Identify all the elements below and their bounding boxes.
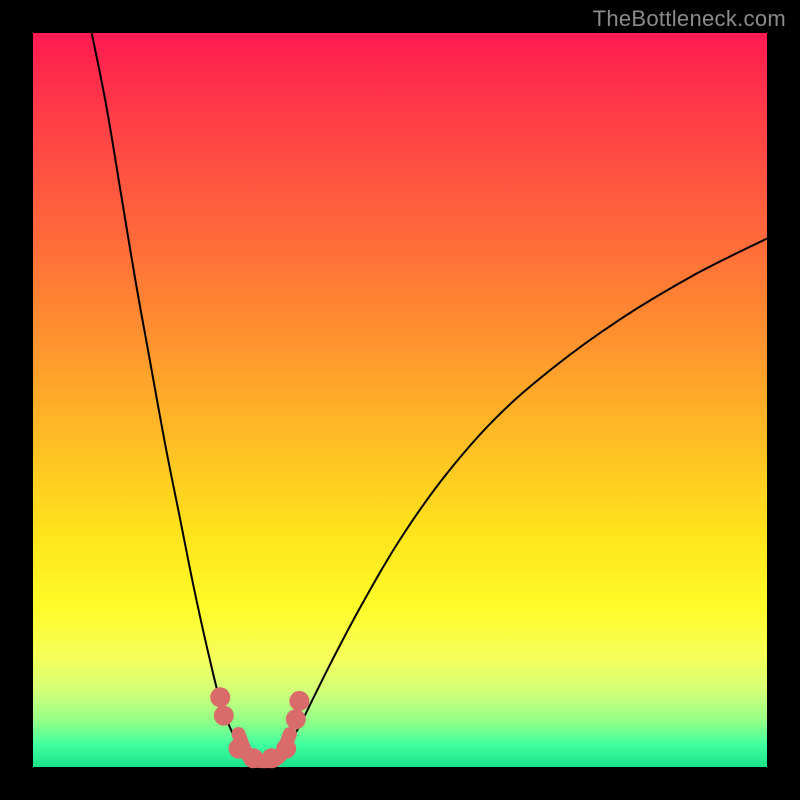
valley-dot-7 [289, 691, 309, 711]
outer-frame: TheBottleneck.com [0, 0, 800, 800]
curves-layer [33, 33, 767, 767]
valley-dot-5 [276, 739, 296, 759]
curve-left-curve [92, 33, 254, 760]
valley-dot-1 [214, 706, 234, 726]
valley-dot-3 [243, 748, 263, 768]
curve-right-curve [275, 239, 767, 760]
valley-dot-0 [210, 687, 230, 707]
valley-dot-6 [286, 709, 306, 729]
watermark-text: TheBottleneck.com [593, 6, 786, 32]
